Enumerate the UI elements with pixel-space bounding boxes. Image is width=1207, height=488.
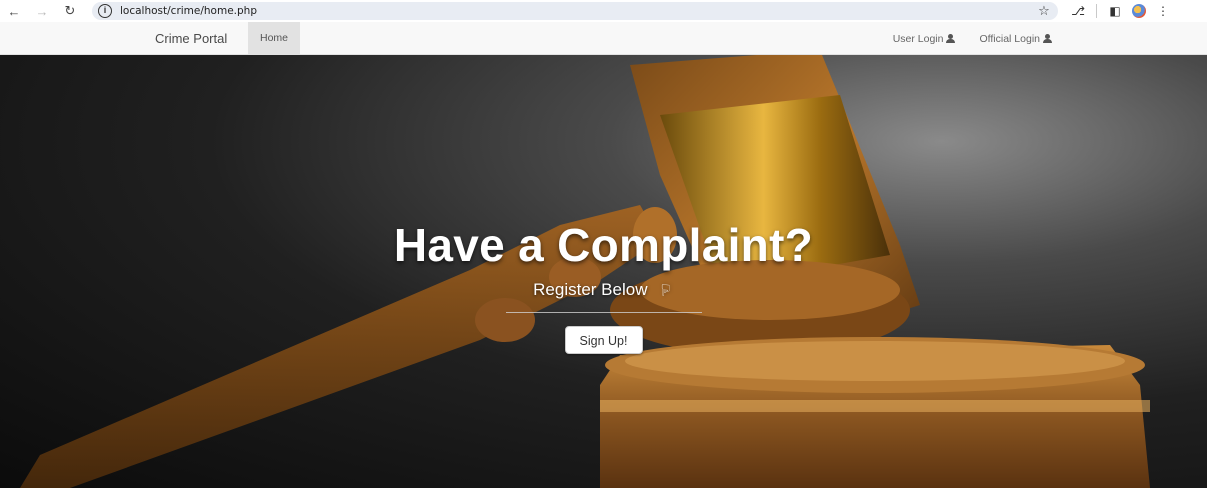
user-login-link[interactable]: User Login (893, 33, 956, 45)
menu-icon[interactable]: ⋮ (1151, 0, 1175, 22)
official-login-link[interactable]: Official Login (979, 33, 1052, 45)
signup-button[interactable]: Sign Up! (564, 326, 643, 354)
reload-icon[interactable]: ↻ (56, 0, 84, 22)
hero-content: Have a Complaint? Register Below ☞ Sign … (0, 218, 1207, 354)
hero-divider (505, 312, 702, 313)
brand-link[interactable]: Crime Portal (155, 22, 227, 55)
hand-pointing-down-icon: ☞ (658, 282, 676, 298)
hero-subtitle: Register Below ☞ (0, 280, 1207, 300)
hero-subtitle-text: Register Below (533, 280, 648, 299)
site-navbar: Crime Portal Home User Login Official Lo… (0, 22, 1207, 55)
official-login-label: Official Login (979, 32, 1040, 45)
side-panel-icon[interactable]: ◧ (1103, 0, 1127, 22)
extensions-icon[interactable]: ⎇ (1066, 0, 1090, 22)
hero-section: Have a Complaint? Register Below ☞ Sign … (0, 55, 1207, 488)
hero-title: Have a Complaint? (393, 219, 814, 271)
user-icon (1043, 34, 1052, 43)
nav-home[interactable]: Home (248, 22, 300, 55)
profile-icon[interactable] (1127, 0, 1151, 22)
site-info-icon[interactable]: i (98, 4, 112, 18)
back-arrow-icon[interactable]: ← (0, 0, 28, 22)
toolbar-divider (1096, 4, 1097, 18)
url-text[interactable]: localhost/crime/home.php (120, 5, 1034, 17)
user-login-label: User Login (892, 32, 944, 45)
bookmark-star-icon[interactable]: ☆ (1034, 3, 1054, 19)
nav-right-links: User Login Official Login (893, 22, 1052, 55)
user-icon (946, 34, 956, 43)
address-bar[interactable]: i localhost/crime/home.php ☆ (92, 2, 1058, 20)
forward-arrow-icon[interactable]: → (28, 0, 56, 22)
browser-toolbar: ← → ↻ i localhost/crime/home.php ☆ ⎇ ◧ ⋮ (0, 0, 1207, 22)
